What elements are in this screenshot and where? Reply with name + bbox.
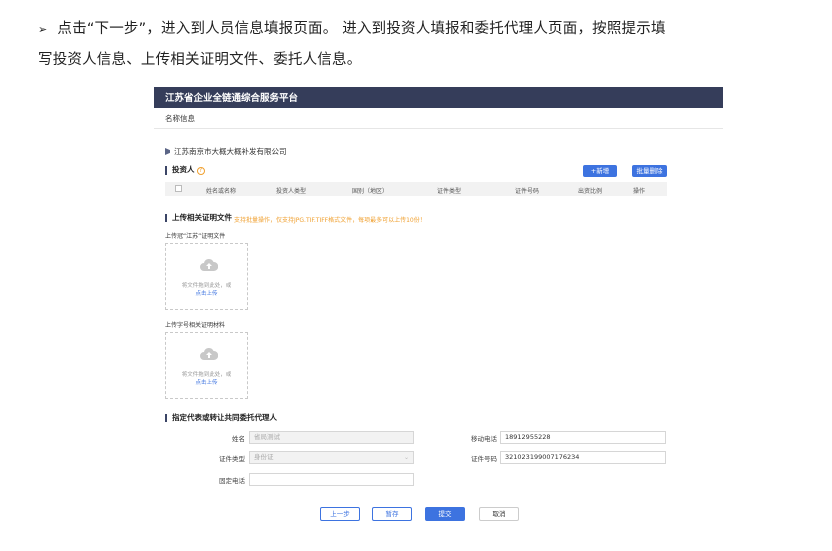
flag-icon: [165, 148, 170, 155]
col-country: 国别（地区）: [352, 188, 389, 195]
instruction-line-2: 写投资人信息、上传相关证明文件、委托人信息。: [38, 52, 362, 68]
id-type-select[interactable]: 身份证 ⌄: [249, 451, 414, 464]
investor-table-header: 姓名或名称 投资人类型 国别（地区） 证件类型 证件号码 出资比例 操作: [165, 182, 667, 196]
landline-field[interactable]: [249, 473, 414, 486]
instruction-line-1-text: 点击“下一步”，进入到人员信息填报页面。 进入到投资人填报和委托代理人页面，按照…: [57, 21, 666, 37]
name-field[interactable]: 省局测试: [249, 431, 414, 444]
col-ratio: 出资比例: [578, 188, 603, 195]
save-draft-button[interactable]: 暂存: [372, 507, 412, 521]
top-bar: 江苏省企业全链通综合服务平台: [154, 87, 723, 108]
click-upload-link[interactable]: 点击上传: [166, 378, 247, 386]
upload-section-title: 上传相关证明文件: [165, 214, 232, 222]
col-name: 姓名或名称: [206, 188, 237, 195]
cloud-upload-icon: [200, 347, 218, 360]
cloud-upload-icon: [200, 258, 218, 271]
col-investor-type: 投资人类型: [276, 188, 307, 195]
select-all-checkbox[interactable]: [175, 185, 182, 192]
col-actions: 操作: [633, 188, 646, 195]
upload-note: 支持批量操作，仅支持JPG.TIF.TIFF格式文件，每项最多可以上传10份！: [234, 217, 426, 224]
prev-step-button[interactable]: 上一步: [320, 507, 360, 521]
submit-button[interactable]: 提交: [425, 507, 465, 521]
embedded-screenshot: 江苏省企业全链通综合服务平台 名称信息 江苏南京市大概大概补发有限公司 投资人?…: [154, 87, 723, 533]
upload-jiangsu-label: 上传冠“江苏”证明文件: [165, 233, 226, 240]
batch-delete-button[interactable]: 批量删除: [632, 165, 667, 177]
name-label: 姓名: [232, 435, 245, 443]
chevron-down-icon: ⌄: [403, 454, 409, 461]
upload-dropzone-2[interactable]: 将文件拖到此处，或 点击上传: [165, 332, 248, 399]
drop-hint-text: 将文件拖到此处，或: [181, 372, 232, 378]
bullet-icon: ➢: [38, 23, 48, 36]
phone-field[interactable]: 18912955228: [500, 431, 666, 444]
instruction-text: ➢ 点击“下一步”，进入到人员信息填报页面。 进入到投资人填报和委托代理人页面，按…: [38, 14, 828, 75]
id-number-field[interactable]: 321023199007176234: [500, 451, 666, 464]
name-info-tab[interactable]: 名称信息: [165, 113, 195, 124]
company-name: 江苏南京市大概大概补发有限公司: [165, 146, 287, 157]
phone-label: 移动电话: [471, 435, 497, 443]
click-upload-link[interactable]: 点击上传: [166, 289, 247, 297]
platform-title: 江苏省企业全链通综合服务平台: [165, 93, 299, 104]
company-name-text: 江苏南京市大概大概补发有限公司: [174, 147, 287, 156]
investor-title-text: 投资人: [172, 165, 195, 174]
id-number-label: 证件号码: [471, 455, 497, 463]
sub-header: 名称信息: [154, 108, 723, 129]
col-id-number: 证件号码: [515, 188, 540, 195]
help-icon[interactable]: ?: [196, 167, 205, 175]
cancel-button[interactable]: 取消: [479, 507, 519, 521]
upload-dropzone-1[interactable]: 将文件拖到此处，或 点击上传: [165, 243, 248, 310]
id-type-value: 身份证: [254, 453, 274, 461]
upload-brand-label: 上传字号相关证明材料: [165, 322, 226, 329]
investor-section-title: 投资人?: [165, 166, 205, 175]
id-type-label: 证件类型: [219, 455, 245, 463]
landline-label: 固定电话: [219, 477, 245, 485]
add-investor-button[interactable]: +新增: [583, 165, 617, 177]
drop-hint-text: 将文件拖到此处，或: [181, 283, 232, 289]
instruction-line-1: ➢ 点击“下一步”，进入到人员信息填报页面。 进入到投资人填报和委托代理人页面，按…: [38, 14, 828, 45]
agent-section-title: 指定代表或转让共同委托代理人: [165, 414, 277, 422]
col-id-type: 证件类型: [437, 188, 462, 195]
